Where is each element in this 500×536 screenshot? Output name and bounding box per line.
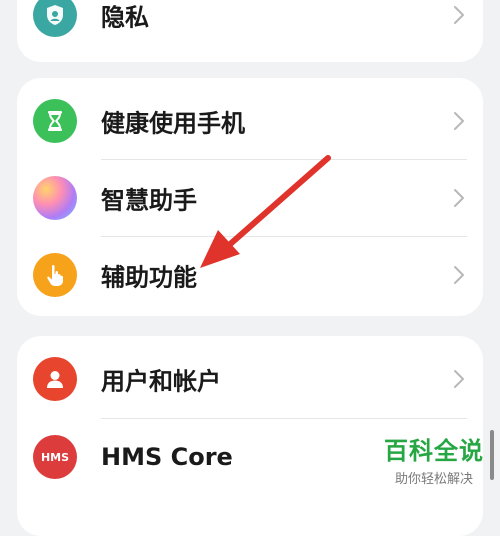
watermark-title: 百科全说 [384, 437, 484, 465]
chevron-right-icon [454, 112, 464, 130]
settings-item-label: 用户和帐户 [101, 367, 221, 396]
watermark-logo: 百科全说 助你轻松解决 [384, 431, 484, 487]
hand-pointer-icon [33, 253, 77, 297]
settings-item-label: 辅助功能 [101, 263, 197, 292]
settings-item-accessibility[interactable]: 辅助功能 [17, 236, 483, 314]
settings-item-label: 隐私 [101, 3, 149, 32]
settings-item-label: HMS Core [101, 443, 233, 471]
settings-item-label: 健康使用手机 [101, 109, 245, 138]
scrollbar[interactable] [490, 430, 494, 480]
settings-item-digital-balance[interactable]: 健康使用手机 [17, 82, 483, 160]
settings-item-label: 智慧助手 [101, 186, 197, 215]
hourglass-icon [33, 99, 77, 143]
chevron-right-icon [454, 6, 464, 24]
user-icon [33, 357, 77, 401]
settings-item-users-accounts[interactable]: 用户和帐户 [17, 340, 483, 418]
watermark-subtitle: 助你轻松解决 [394, 472, 473, 487]
smart-assistant-orb-icon [33, 176, 77, 220]
settings-item-privacy[interactable]: 隐私 [17, 0, 483, 54]
hms-icon-text: HMS [40, 450, 70, 464]
chevron-right-icon [454, 370, 464, 388]
chevron-right-icon [454, 266, 464, 284]
settings-card-privacy: 隐私 [17, 0, 483, 62]
settings-item-smart-assistant[interactable]: 智慧助手 [17, 159, 483, 237]
settings-card-general: 健康使用手机 智慧助手 辅助功能 [17, 78, 483, 316]
chevron-right-icon [454, 189, 464, 207]
hms-icon: HMS [33, 435, 77, 479]
privacy-shield-icon [33, 0, 77, 37]
